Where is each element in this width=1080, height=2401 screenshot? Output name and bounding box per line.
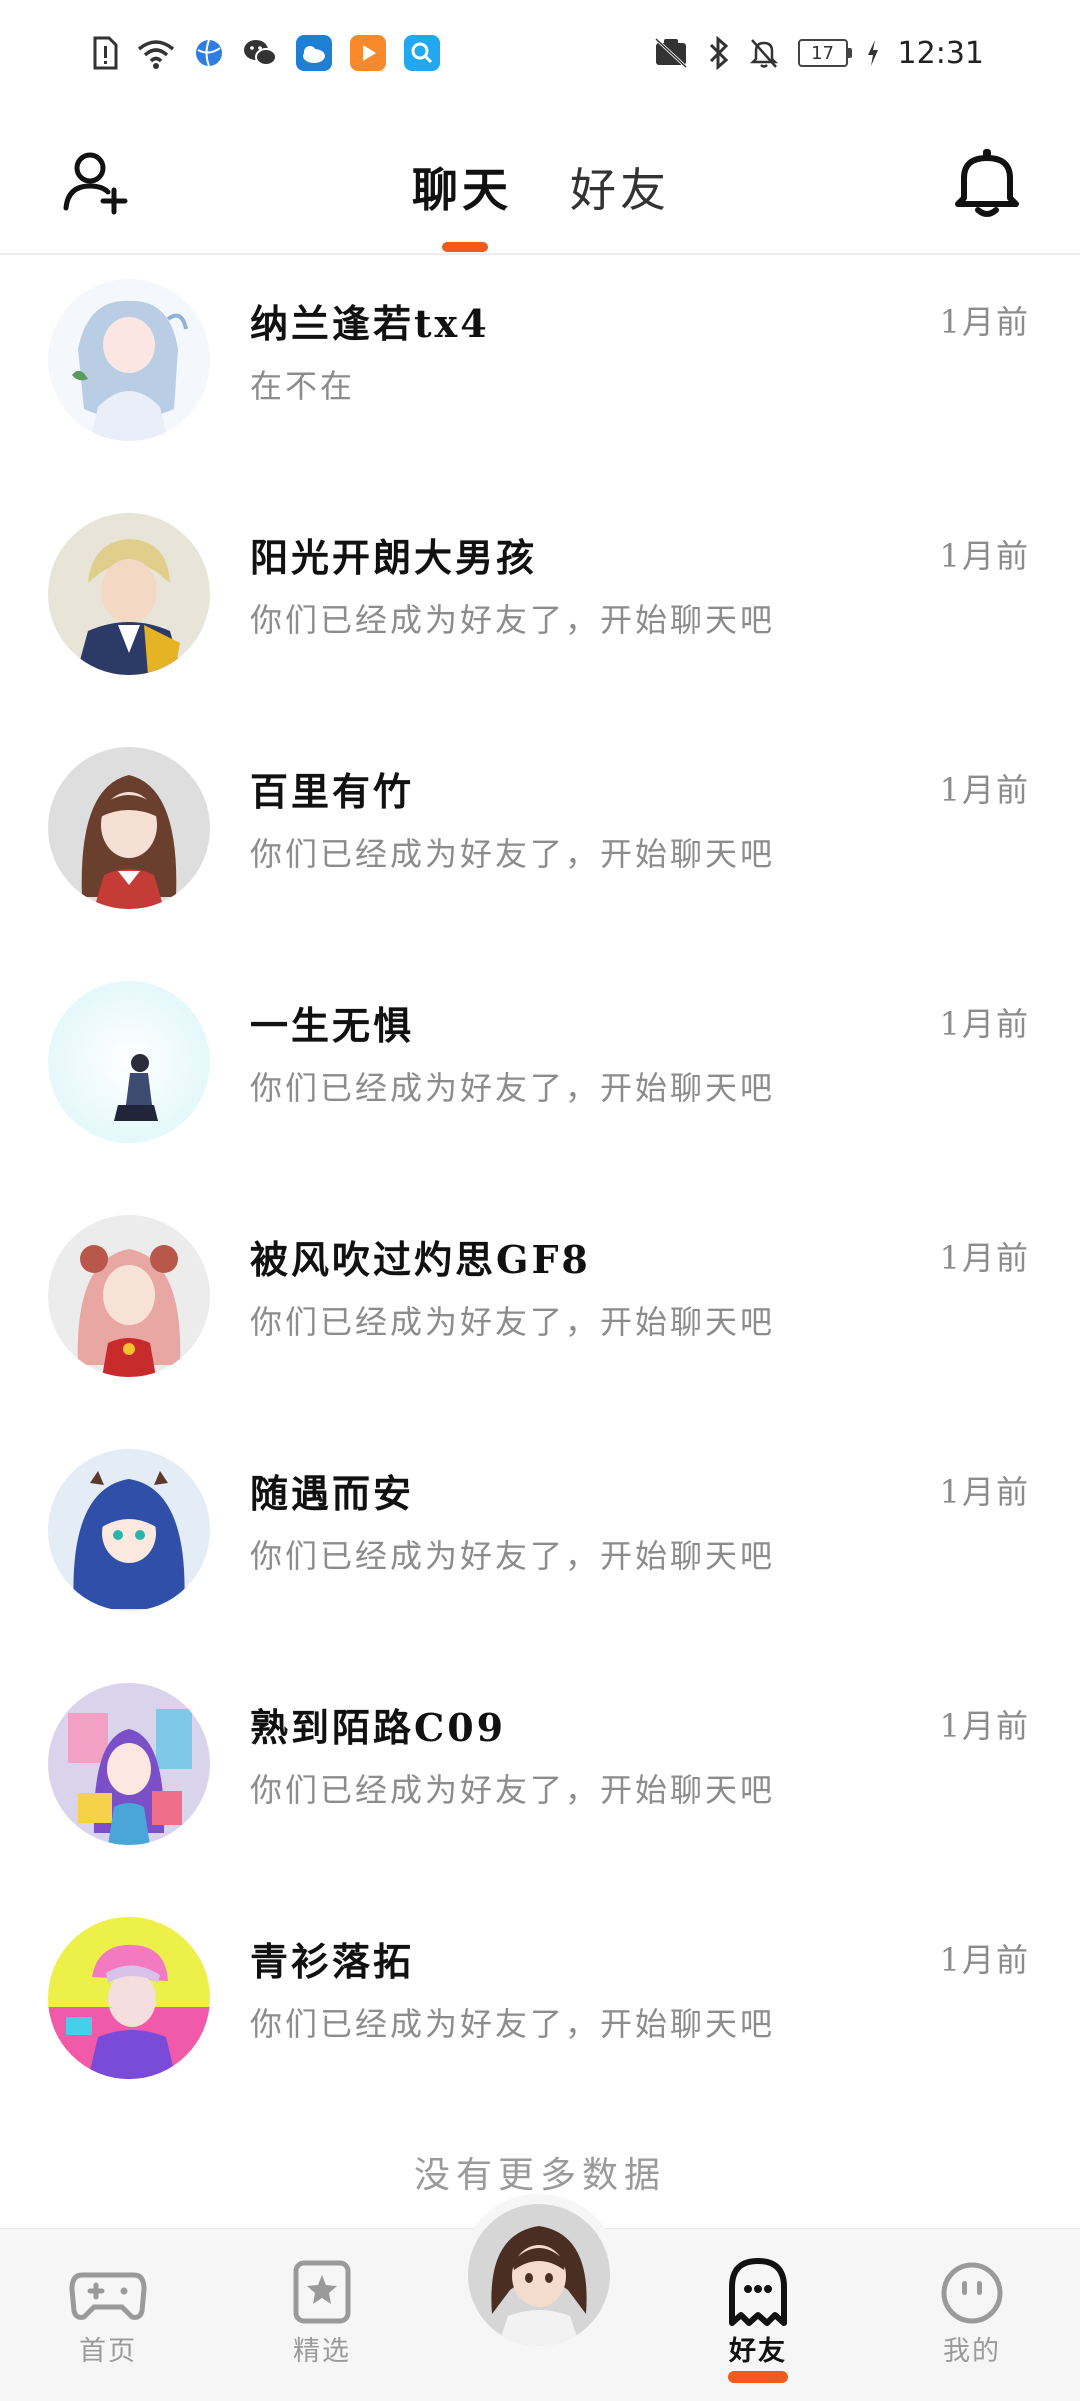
status-bar: 17 12:31	[0, 0, 1080, 104]
video-app-icon	[350, 35, 386, 71]
chat-time: 1月前	[939, 771, 1030, 809]
avatar	[48, 1215, 210, 1377]
chat-name: 随遇而安	[250, 1471, 415, 1516]
chat-item[interactable]: 随遇而安 你们已经成为好友了，开始聊天吧 1月前	[0, 1425, 1080, 1659]
chat-time: 1月前	[939, 537, 1030, 575]
status-time: 12:31	[897, 35, 984, 71]
nav-mine[interactable]: 我的	[902, 2257, 1042, 2368]
top-header: 聊天 好友	[0, 110, 1080, 255]
nav-home-label: 首页	[79, 2336, 137, 2367]
chat-item[interactable]: 被风吹过灼思GF8 你们已经成为好友了，开始聊天吧 1月前	[0, 1191, 1080, 1425]
chat-time: 1月前	[939, 303, 1030, 341]
chat-name: 被风吹过灼思GF8	[250, 1237, 591, 1282]
battery-level: 17	[811, 42, 834, 64]
no-sim-icon	[654, 37, 687, 69]
status-bar-system: 17 12:31	[652, 28, 984, 78]
battery-indicator: 17	[797, 39, 852, 67]
active-tab-indicator	[442, 242, 488, 252]
chat-last-message: 你们已经成为好友了，开始聊天吧	[250, 2005, 776, 2043]
chat-item[interactable]: 阳光开朗大男孩 你们已经成为好友了，开始聊天吧 1月前	[0, 489, 1080, 723]
chat-last-message: 你们已经成为好友了，开始聊天吧	[250, 1069, 776, 1107]
chat-last-message: 你们已经成为好友了，开始聊天吧	[250, 1771, 776, 1809]
active-nav-indicator	[728, 2371, 788, 2383]
chat-time: 1月前	[939, 1473, 1030, 1511]
avatar	[48, 981, 210, 1143]
chat-item[interactable]: 纳兰逢若tx4 在不在 1月前	[0, 255, 1080, 489]
nav-friends[interactable]: 好友	[688, 2257, 828, 2368]
status-bar-notifications	[92, 28, 440, 78]
list-end-message: 没有更多数据	[413, 2155, 666, 2196]
mute-bell-icon	[749, 39, 778, 68]
avatar	[48, 513, 210, 675]
wifi-icon	[137, 40, 175, 69]
avatar	[48, 1449, 210, 1611]
user-avatar	[468, 2204, 610, 2346]
chat-last-message: 你们已经成为好友了，开始聊天吧	[250, 601, 776, 639]
chat-last-message: 你们已经成为好友了，开始聊天吧	[250, 1303, 776, 1341]
chat-item[interactable]: 百里有竹 你们已经成为好友了，开始聊天吧 1月前	[0, 723, 1080, 957]
avatar	[48, 1917, 210, 2079]
chat-item[interactable]: 青衫落拓 你们已经成为好友了，开始聊天吧 1月前	[0, 1893, 1080, 2127]
nav-mine-label: 我的	[943, 2336, 1001, 2367]
chat-item[interactable]: 熟到陌路C09 你们已经成为好友了，开始聊天吧 1月前	[0, 1659, 1080, 1893]
browser-icon	[196, 39, 222, 67]
chat-name: 熟到陌路C09	[250, 1705, 507, 1750]
chat-name: 一生无惧	[250, 1003, 415, 1048]
star-icon	[293, 2260, 351, 2324]
nav-featured[interactable]: 精选	[252, 2257, 392, 2368]
chat-last-message: 你们已经成为好友了，开始聊天吧	[250, 835, 776, 873]
smiley-icon	[941, 2262, 1003, 2324]
chat-last-message: 在不在	[250, 367, 356, 405]
search-app-icon	[404, 35, 440, 71]
nav-home[interactable]: 首页	[38, 2257, 178, 2368]
chat-time: 1月前	[939, 1707, 1030, 1745]
tab-friends[interactable]: 好友	[570, 154, 670, 220]
nav-featured-label: 精选	[293, 2336, 351, 2367]
avatar	[48, 279, 210, 441]
chat-item[interactable]: 一生无惧 你们已经成为好友了，开始聊天吧 1月前	[0, 957, 1080, 1191]
chat-name: 百里有竹	[250, 769, 415, 814]
nav-friends-label: 好友	[729, 2336, 787, 2367]
bluetooth-icon	[709, 36, 728, 70]
charging-icon	[867, 40, 878, 66]
wechat-icon	[244, 40, 277, 66]
add-friend-icon[interactable]	[60, 146, 132, 218]
chat-name: 阳光开朗大男孩	[250, 535, 538, 580]
center-avatar-button[interactable]	[458, 2194, 620, 2356]
ghost-icon	[729, 2258, 787, 2326]
avatar	[48, 747, 210, 909]
weather-app-icon	[296, 35, 332, 71]
chat-last-message: 你们已经成为好友了，开始聊天吧	[250, 1537, 776, 1575]
chat-list: 纳兰逢若tx4 在不在 1月前 阳光开朗大男孩 你们已经成为好友了，开始聊天吧 …	[0, 255, 1080, 2127]
alert-sim-icon	[93, 36, 118, 70]
chat-name: 纳兰逢若tx4	[250, 301, 490, 346]
tab-chat[interactable]: 聊天	[412, 154, 512, 220]
chat-time: 1月前	[939, 1941, 1030, 1979]
gamepad-icon	[69, 2272, 147, 2320]
chat-name: 青衫落拓	[250, 1939, 415, 1984]
avatar	[48, 1683, 210, 1845]
notification-bell-icon[interactable]	[952, 146, 1022, 218]
chat-time: 1月前	[939, 1005, 1030, 1043]
chat-time: 1月前	[939, 1239, 1030, 1277]
